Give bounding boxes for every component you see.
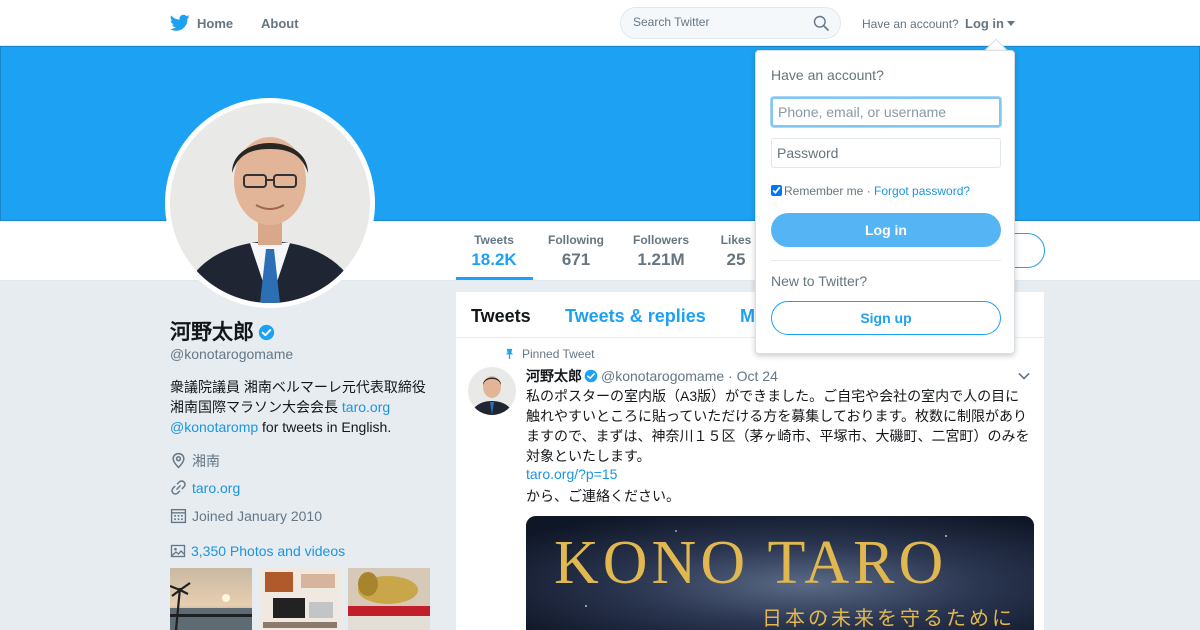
stat-value: 18.2K [471,250,517,269]
verified-icon [258,324,275,341]
tweet-link[interactable]: taro.org/?p=15 [526,466,617,482]
tweet-text-line: ますので、まずは、神奈川１５区（茅ヶ崎市、平塚市、大磯町、二宮町）のみを [526,428,1030,444]
pinned-text: Pinned Tweet [522,347,595,361]
remember-me-label[interactable]: Remember me [784,184,863,198]
stat-following[interactable]: Following 671 [546,233,606,270]
login-dropdown-toggle[interactable]: Log in [965,16,1015,31]
tweet-media-image[interactable]: KONO TARO 日本の未来を守るために [526,516,1034,630]
caret-down-icon [1007,21,1015,26]
tweet-header: 河野太郎 @konotarogomame · Oct 24 [526,366,778,386]
stat-likes[interactable]: Likes 25 [716,233,756,270]
dropdown-heading: Have an account? [771,67,884,83]
tweet-date[interactable]: Oct 24 [737,368,778,384]
thumbnail-image [348,568,430,630]
remember-row: Remember me · Forgot password? [771,184,970,198]
profile-website: taro.org [170,479,240,496]
top-navigation: Home About Have an account? Log in [0,0,1200,46]
thumbnail-image [259,568,341,630]
profile-location: 湘南 [170,451,220,471]
tweet-text-line: 私のポスターの室内版（A3版）ができました。ご自宅や会社の室内で人の目に [526,388,1020,404]
verified-icon [584,369,598,383]
tab-tweets-replies[interactable]: Tweets & replies [565,306,706,327]
media-thumbnail[interactable] [348,568,430,630]
media-thumbnail[interactable] [170,568,252,630]
profile-avatar[interactable] [165,98,375,308]
tweet-author-name[interactable]: 河野太郎 [526,368,582,384]
stat-label: Followers [632,233,689,247]
login-button[interactable]: Log in [771,213,1001,247]
thumbnail-image [170,568,252,630]
bio-line2: 湘南国際マラソン大会会長 [170,399,342,415]
have-account-text: Have an account? [862,17,959,31]
poster-subtitle: 日本の未来を守るために [762,606,1015,630]
bio-link-taro[interactable]: taro.org [342,399,390,415]
nav-about-link[interactable]: About [261,16,299,31]
separator-dot: · [863,184,875,198]
search-input[interactable] [633,15,803,29]
stat-value: 25 [726,250,746,269]
new-to-twitter-text: New to Twitter? [771,273,868,289]
stat-followers[interactable]: Followers 1.21M [631,233,691,270]
location-text: 湘南 [192,453,220,469]
profile-handle[interactable]: @konotarogomame [170,346,293,362]
forgot-password-link[interactable]: Forgot password? [874,184,970,198]
tweet-text-after-link: から、ご連絡ください。 [526,488,680,504]
website-link[interactable]: taro.org [192,480,240,496]
divider [771,260,1001,261]
photos-icon [170,544,186,558]
tweet-author-handle[interactable]: @konotarogomame [601,368,724,384]
media-thumbnail[interactable] [259,568,341,630]
bio-link-english-account[interactable]: @konotaromp [170,419,258,435]
tab-tweets[interactable]: Tweets [471,306,531,327]
stat-tweets[interactable]: Tweets 18.2K [470,233,518,270]
calendar-icon [170,508,187,524]
photos-videos-link[interactable]: 3,350 Photos and videos [170,543,345,559]
photos-videos-label: 3,350 Photos and videos [191,543,346,559]
tweet-text: 私のポスターの室内版（A3版）ができました。ご自宅や会社の室内で人の目に 触れや… [526,386,1034,466]
pin-icon [505,348,514,359]
search-icon[interactable] [813,15,829,31]
stat-label: Following [548,233,604,247]
stat-value: 1.21M [637,250,685,269]
profile-name-text: 河野太郎 [170,321,254,344]
poster-title: KONO TARO [554,529,948,597]
twitter-bird-icon[interactable] [170,14,190,32]
tweet-avatar-image [468,367,516,415]
username-field[interactable] [771,97,1001,127]
pinned-tweet-label: Pinned Tweet [504,347,595,361]
chevron-down-icon[interactable] [1018,372,1030,380]
login-dropdown: Have an account? Remember me · Forgot pa… [755,50,1015,354]
avatar-image [170,103,370,303]
tweet-text-line: 対象といたします。 [526,448,651,464]
profile-name: 河野太郎 [170,316,275,346]
tab-media[interactable]: M [740,306,755,327]
tweet-avatar[interactable] [468,367,516,415]
stat-value: 671 [561,250,591,269]
signup-button[interactable]: Sign up [771,301,1001,335]
location-icon [172,452,185,469]
separator-dot: · [724,368,737,384]
joined-text: Joined January 2010 [192,508,322,524]
stat-label: Tweets [474,233,514,247]
profile-bio: 衆議院議員 湘南ベルマーレ元代表取締役 湘南国際マラソン大会会長 taro.or… [170,377,440,437]
bio-after: for tweets in English. [258,419,392,435]
remember-me-checkbox[interactable] [771,185,782,196]
profile-joined: Joined January 2010 [170,507,322,524]
tweet-text-line: 触れやすいところに貼っていただける方を募集しております。枚数に制限があり [526,408,1028,424]
stat-label: Likes [720,233,752,247]
nav-home-link[interactable]: Home [197,16,233,31]
login-toggle-label: Log in [965,16,1004,31]
link-icon [171,480,186,495]
password-field[interactable] [771,138,1001,168]
bio-line1: 衆議院議員 湘南ベルマーレ元代表取締役 [170,379,426,395]
search-box [620,7,841,39]
active-stat-underline [456,277,533,280]
